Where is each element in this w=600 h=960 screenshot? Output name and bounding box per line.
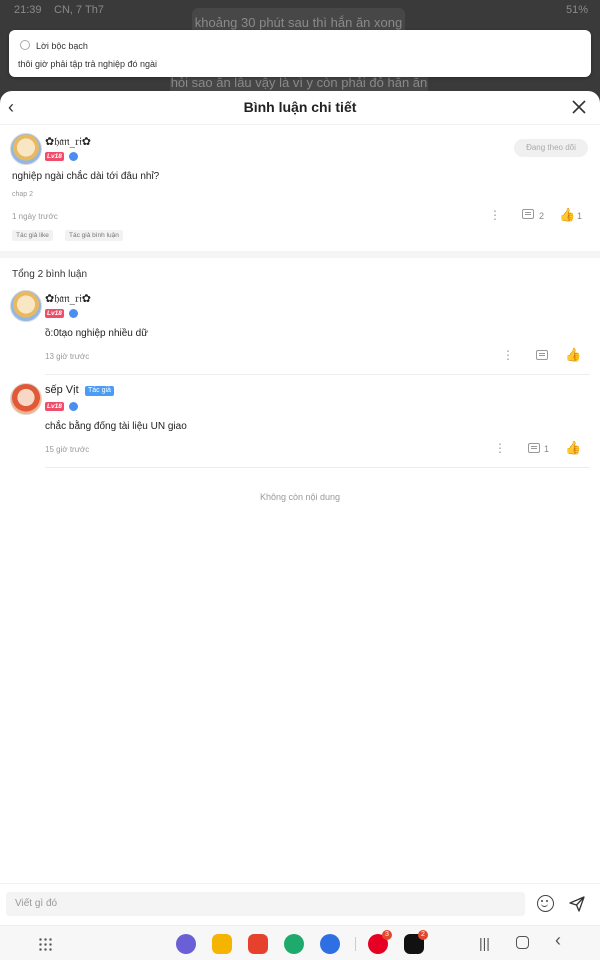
- username[interactable]: ✿𝔥𝔞𝔫_𝔯𝔦✿: [45, 292, 91, 306]
- comment-input-bar: Viết gì đó: [0, 883, 600, 919]
- level-badge: Lv18: [45, 309, 64, 318]
- reply-icon[interactable]: [522, 209, 534, 219]
- reply-count: 2: [539, 211, 545, 221]
- notification-icon: [20, 40, 30, 50]
- sheet-header: ‹ Bình luận chi tiết: [0, 91, 600, 125]
- verified-badge-icon: [69, 152, 78, 161]
- comment-detail-sheet: ‹ Bình luận chi tiết ✿𝔥𝔞𝔫_𝔯𝔦✿ Lv18 Đang …: [0, 91, 600, 960]
- notes-app-icon[interactable]: [248, 934, 268, 954]
- dock-separator: [355, 937, 356, 951]
- more-options-icon[interactable]: ⋮: [494, 442, 506, 454]
- comment-time: 1 ngày trước: [12, 212, 58, 221]
- tag-author-liked: Tác giả like: [12, 230, 53, 241]
- more-options-icon[interactable]: ⋮: [502, 349, 514, 361]
- username[interactable]: ✿𝔥𝔞𝔫_𝔯𝔦✿: [45, 135, 91, 149]
- avatar[interactable]: [10, 290, 42, 322]
- reply-icon[interactable]: [536, 350, 548, 360]
- notification-badge: 3: [382, 930, 392, 940]
- avatar[interactable]: [10, 383, 42, 415]
- comment-text: nghiệp ngài chắc dài tới đâu nhỉ?: [12, 171, 160, 182]
- like-count: 1: [577, 211, 583, 221]
- following-button[interactable]: Đang theo dõi: [514, 139, 588, 157]
- notification-text: thôi giờ phải tập trả nghiệp đó ngài: [18, 59, 158, 69]
- close-icon[interactable]: [572, 100, 586, 114]
- page-title: Bình luận chi tiết: [243, 99, 357, 115]
- like-icon[interactable]: 👍: [565, 441, 581, 454]
- like-icon[interactable]: 👍: [559, 208, 575, 221]
- like-icon[interactable]: 👍: [565, 348, 581, 361]
- level-badge: Lv18: [45, 152, 64, 161]
- back-nav-icon[interactable]: ‹: [555, 931, 561, 949]
- notification-title: Lời bộc bạch: [36, 41, 88, 51]
- verified-badge-icon: [69, 309, 78, 318]
- username[interactable]: sếp Vịt: [45, 384, 79, 396]
- phone-app-icon[interactable]: [284, 934, 304, 954]
- reply-divider: [45, 467, 590, 468]
- internet-app-icon[interactable]: [176, 934, 196, 954]
- send-icon[interactable]: [569, 896, 585, 912]
- verified-badge-icon: [69, 402, 78, 411]
- recent-apps-icon[interactable]: |||: [479, 936, 490, 950]
- reply-text: ồ:0tạo nghiệp nhiều dữ: [45, 328, 148, 339]
- end-of-content-label: Không còn nội dung: [259, 492, 341, 502]
- battery-level: 51%: [565, 4, 588, 16]
- reply-divider: [45, 374, 590, 375]
- section-divider: [0, 251, 600, 258]
- reply-count: 1: [544, 444, 550, 454]
- level-badge: Lv18: [45, 402, 64, 411]
- tiktok-app-icon[interactable]: 2: [404, 930, 428, 954]
- total-comments-label: Tổng 2 bình luận: [12, 269, 88, 280]
- status-time: 21:39: [14, 4, 42, 16]
- app-drawer-icon[interactable]: [38, 937, 52, 951]
- reply-time: 13 giờ trước: [45, 352, 90, 361]
- notification-badge: 2: [418, 930, 428, 940]
- home-icon[interactable]: [516, 936, 529, 949]
- back-icon[interactable]: ‹: [8, 98, 26, 116]
- avatar[interactable]: [10, 133, 42, 165]
- files-app-icon[interactable]: [212, 934, 232, 954]
- chapter-label: chap 2: [12, 191, 34, 198]
- pinterest-app-icon[interactable]: 3: [368, 930, 392, 954]
- more-options-icon[interactable]: ⋮: [489, 209, 501, 221]
- taskbar: 3 2 ||| ‹: [0, 925, 600, 960]
- messages-app-icon[interactable]: [320, 934, 340, 954]
- tag-author-commented: Tác giả bình luận: [65, 230, 123, 241]
- emoji-icon[interactable]: [537, 895, 554, 912]
- reply-icon[interactable]: [528, 443, 540, 453]
- comment-input[interactable]: Viết gì đó: [6, 892, 525, 916]
- reply-text: chắc bằng đống tài liệu UN giao: [45, 421, 187, 432]
- status-date: CN, 7 Th7: [54, 4, 104, 16]
- author-tag: Tác giả: [85, 386, 114, 396]
- reply-time: 15 giờ trước: [45, 445, 90, 454]
- notification-banner[interactable]: Lời bộc bạch thôi giờ phải tập trả nghiệ…: [9, 30, 591, 77]
